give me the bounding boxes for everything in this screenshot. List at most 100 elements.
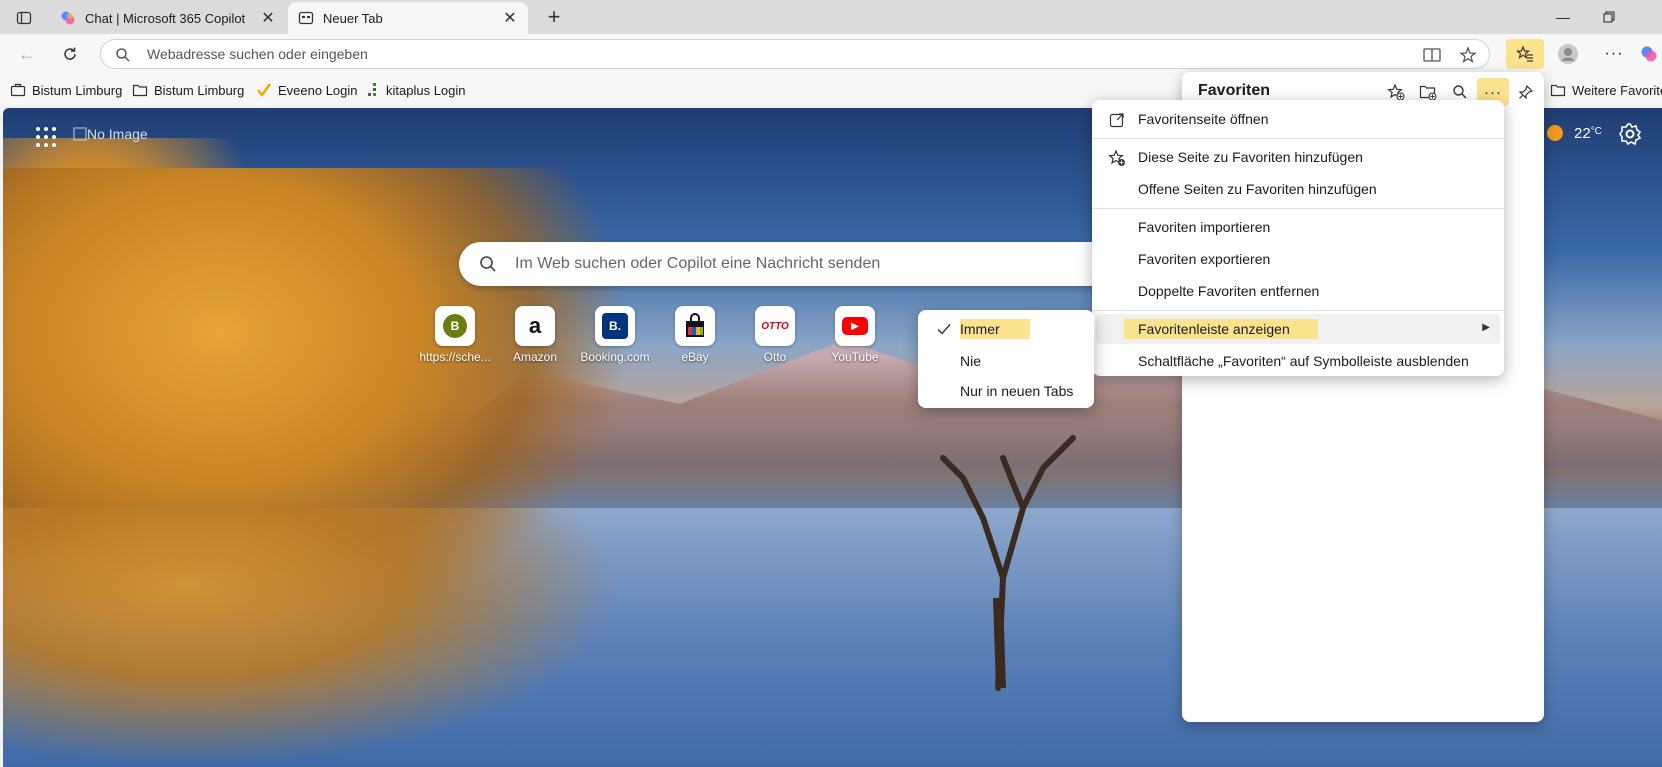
address-bar[interactable] bbox=[100, 39, 1490, 69]
gear-icon bbox=[1619, 123, 1642, 146]
tile-label: https://sche... bbox=[419, 350, 491, 364]
quick-link-tile[interactable]: ▶ YouTube bbox=[815, 306, 895, 366]
copilot-icon bbox=[60, 10, 76, 26]
pin-panel-button[interactable] bbox=[1512, 78, 1540, 106]
web-search-input[interactable] bbox=[515, 253, 1115, 275]
submenu-item-new-tabs-only[interactable]: Nur in neuen Tabs bbox=[922, 376, 1090, 406]
new-tab-button[interactable]: + bbox=[540, 4, 568, 30]
bookmark-folder-more[interactable]: Weitere Favoriten bbox=[1550, 80, 1662, 100]
weather-unit: °C bbox=[1590, 125, 1602, 137]
menu-item-import[interactable]: Favoriten importieren bbox=[1096, 212, 1500, 242]
tile-letter: B. bbox=[602, 313, 628, 339]
ebay-icon bbox=[675, 306, 715, 346]
menu-divider bbox=[1092, 138, 1504, 139]
menu-item-label: Offene Seiten zu Favoriten hinzufügen bbox=[1138, 181, 1377, 197]
copilot-button[interactable] bbox=[1636, 39, 1662, 69]
submenu-item-label: Immer bbox=[960, 319, 1030, 339]
favorites-button[interactable] bbox=[1506, 39, 1544, 69]
tile-letter: B bbox=[443, 314, 467, 338]
toolbar: ← ··· bbox=[0, 34, 1662, 74]
checkmark-icon bbox=[936, 321, 952, 340]
menu-item-label: Favoriten exportieren bbox=[1138, 251, 1271, 267]
broken-image-icon bbox=[73, 127, 87, 141]
tab-title: Neuer Tab bbox=[323, 10, 383, 26]
minimize-button[interactable]: — bbox=[1540, 0, 1586, 34]
sun-icon bbox=[1547, 125, 1563, 141]
bookmark-folder[interactable]: Bistum Limburg bbox=[132, 80, 244, 100]
settings-more-button[interactable]: ··· bbox=[1598, 39, 1630, 69]
address-input[interactable] bbox=[147, 44, 1397, 64]
copilot-icon bbox=[1641, 46, 1657, 62]
restore-icon bbox=[1603, 11, 1615, 23]
submenu-item-always[interactable]: Immer bbox=[922, 314, 1090, 344]
search-icon bbox=[1453, 85, 1467, 99]
bookmark-item[interactable]: kitaplus Login bbox=[364, 80, 466, 100]
checkmark-icon bbox=[256, 82, 272, 98]
favorites-panel-title: Favoriten bbox=[1198, 82, 1271, 99]
quick-link-tile[interactable]: B. Booking.com bbox=[575, 306, 655, 366]
weather-widget[interactable]: 22 °C bbox=[1546, 124, 1602, 142]
briefcase-icon bbox=[10, 82, 26, 98]
submenu-item-label: Nie bbox=[960, 353, 982, 369]
bookmark-label: kitaplus Login bbox=[386, 82, 466, 98]
lone-tree-image bbox=[940, 435, 1076, 691]
booking-icon: B. bbox=[595, 306, 635, 346]
page-settings-button[interactable] bbox=[1618, 122, 1642, 146]
external-link-icon bbox=[1108, 111, 1126, 129]
search-icon bbox=[479, 255, 497, 276]
apps-launcher-button[interactable] bbox=[35, 126, 57, 148]
tile-label: YouTube bbox=[831, 350, 879, 364]
menu-item-open-favorites-page[interactable]: Favoritenseite öffnen bbox=[1096, 104, 1500, 134]
bookmark-label: Eveeno Login bbox=[278, 82, 358, 98]
reload-button[interactable] bbox=[55, 40, 85, 68]
search-icon bbox=[115, 47, 131, 66]
quick-link-tile[interactable]: a Amazon bbox=[495, 306, 575, 366]
bookmark-item[interactable]: Eveeno Login bbox=[256, 80, 358, 100]
bookmark-label: Weitere Favoriten bbox=[1572, 82, 1662, 98]
tab-copilot[interactable]: Chat | Microsoft 365 Copilot ✕ bbox=[50, 2, 286, 34]
site-icon: B bbox=[435, 306, 475, 346]
otto-icon: OTTO bbox=[755, 306, 795, 346]
immersive-reader-icon[interactable] bbox=[1421, 44, 1443, 66]
web-search-box[interactable] bbox=[459, 242, 1159, 286]
restore-button[interactable] bbox=[1586, 0, 1632, 34]
tab-newtab[interactable]: Neuer Tab ✕ bbox=[288, 2, 528, 34]
quick-link-tile[interactable]: B https://sche... bbox=[415, 306, 495, 366]
favorites-more-menu: Favoritenseite öffnen Diese Seite zu Fav… bbox=[1092, 100, 1504, 376]
tile-letter: OTTO bbox=[761, 320, 789, 332]
folder-icon bbox=[1550, 82, 1566, 98]
tab-actions-button[interactable] bbox=[10, 7, 38, 29]
newtab-icon bbox=[298, 10, 314, 26]
menu-item-show-favorites-bar[interactable]: Favoritenleiste anzeigen ▶ bbox=[1096, 314, 1500, 344]
tile-letter: ▶ bbox=[842, 317, 868, 335]
menu-item-hide-favorites-button[interactable]: Schaltfläche „Favoriten“ auf Symbolleist… bbox=[1096, 346, 1500, 376]
tile-letter: a bbox=[528, 313, 542, 338]
submenu-arrow-icon: ▶ bbox=[1482, 322, 1490, 333]
tab-title: Chat | Microsoft 365 Copilot bbox=[85, 10, 246, 26]
menu-item-label: Schaltfläche „Favoriten“ auf Symbolleist… bbox=[1138, 353, 1469, 369]
submenu-item-never[interactable]: Nie bbox=[922, 346, 1090, 376]
menu-item-add-page[interactable]: Diese Seite zu Favoriten hinzufügen bbox=[1096, 142, 1500, 172]
favorites-icon bbox=[1516, 45, 1533, 62]
menu-item-remove-duplicates[interactable]: Doppelte Favoriten entfernen bbox=[1096, 276, 1500, 306]
profile-button[interactable] bbox=[1552, 39, 1584, 69]
more-dots-icon: ··· bbox=[1484, 83, 1502, 101]
favorites-bar-submenu: Immer Nie Nur in neuen Tabs bbox=[918, 310, 1094, 408]
menu-item-add-open-pages[interactable]: Offene Seiten zu Favoriten hinzufügen bbox=[1096, 174, 1500, 204]
close-tab-icon[interactable]: ✕ bbox=[260, 8, 276, 28]
submenu-item-label: Nur in neuen Tabs bbox=[960, 383, 1074, 399]
bookmark-label: Bistum Limburg bbox=[154, 82, 245, 98]
menu-item-label: Favoritenseite öffnen bbox=[1138, 111, 1269, 127]
add-favorite-star-icon[interactable] bbox=[1457, 44, 1479, 66]
tile-label: Booking.com bbox=[580, 350, 650, 364]
close-tab-icon[interactable]: ✕ bbox=[502, 8, 518, 28]
tile-label: Amazon bbox=[512, 350, 558, 364]
menu-item-label: Diese Seite zu Favoriten hinzufügen bbox=[1138, 149, 1363, 165]
bookmark-item[interactable]: Bistum Limburg bbox=[10, 80, 122, 100]
quick-link-tile[interactable]: eBay bbox=[655, 306, 735, 366]
star-add-icon bbox=[1387, 83, 1405, 101]
back-button[interactable]: ← bbox=[12, 40, 42, 68]
menu-item-export[interactable]: Favoriten exportieren bbox=[1096, 244, 1500, 274]
menu-item-label: Doppelte Favoriten entfernen bbox=[1138, 283, 1320, 299]
quick-link-tile[interactable]: OTTO Otto bbox=[735, 306, 815, 366]
